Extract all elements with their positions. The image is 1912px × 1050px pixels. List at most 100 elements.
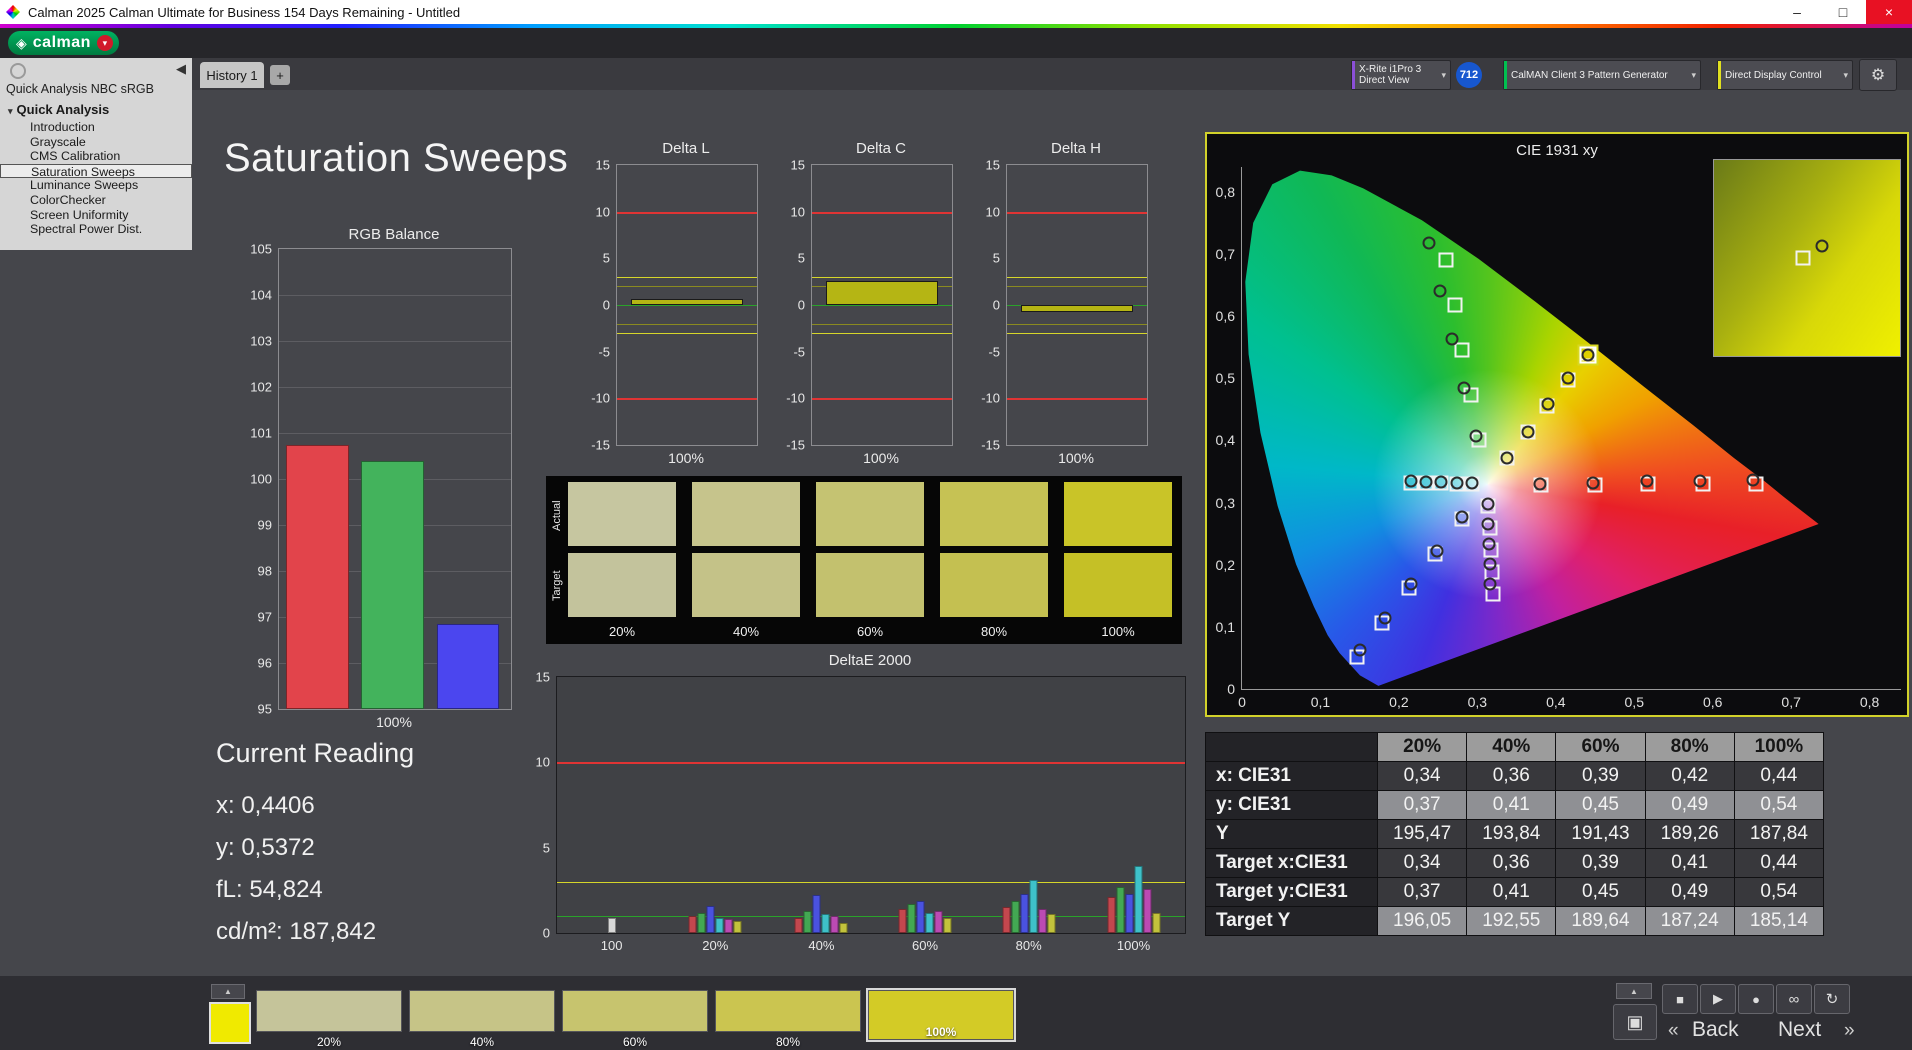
target-swatch-60% — [816, 553, 924, 617]
table-value-cell: 0,45 — [1556, 878, 1645, 906]
delta_l-ytick-label: -10 — [591, 390, 610, 406]
meter-count-badge[interactable]: 712 — [1456, 62, 1482, 88]
stop-button[interactable]: ■ — [1662, 984, 1698, 1014]
delta-c-chart: Delta C 15 10 5 0 -5 -10 -15 100% — [771, 140, 971, 472]
cie-ytick-label: 0,7 — [1215, 246, 1235, 262]
table-row-label: Y — [1206, 820, 1377, 848]
sidebar-item-spectral-power-dist-[interactable]: Spectral Power Dist. — [0, 222, 192, 237]
delta_h-refline — [1007, 333, 1147, 334]
pattern-window-button[interactable]: ▣ — [1613, 1004, 1657, 1040]
calman-logo-button[interactable]: ◈ calman ▾ — [8, 31, 119, 55]
cie-measured-marker — [1521, 425, 1535, 439]
table-row: Target x:CIE31 0,34 0,36 0,39 0,41 0,44 — [1206, 849, 1823, 877]
rgb-ytick-label: 96 — [257, 655, 272, 671]
table-value-cell: 0,36 — [1467, 762, 1556, 790]
tree-root-quick-analysis[interactable]: ▾ Quick Analysis — [8, 102, 109, 117]
deltae-bar — [803, 910, 812, 933]
delta_c-ytick-label: -15 — [786, 437, 805, 453]
workflow-circle-icon[interactable] — [10, 63, 26, 79]
delta_l-ytick-label: 0 — [602, 297, 610, 313]
meter-dropdown[interactable]: X-Rite i1Pro 3 Direct View ▾ — [1351, 60, 1451, 90]
settings-gear-button[interactable]: ⚙ — [1859, 59, 1897, 91]
deltae-bar — [724, 919, 733, 933]
pattern-patch-80%[interactable]: 80% — [715, 990, 861, 1049]
sidebar-item-luminance-sweeps[interactable]: Luminance Sweeps — [0, 178, 192, 193]
sidebar-item-introduction[interactable]: Introduction — [0, 120, 192, 135]
record-button[interactable]: ● — [1738, 984, 1774, 1014]
delta_l-refline — [617, 323, 757, 325]
pattern-patch-label: 40% — [469, 1035, 495, 1049]
swatch-column-20%: 20% — [568, 482, 676, 640]
cie-measured-marker — [1500, 451, 1514, 465]
pattern-patch-100%[interactable]: 100% — [866, 988, 1016, 1042]
deltae-bar — [839, 922, 848, 933]
deltae-bar — [1047, 914, 1056, 933]
back-chevron-icon[interactable]: « — [1668, 1020, 1679, 1042]
continuous-measure-button[interactable]: ∞ — [1776, 984, 1812, 1014]
deltae-xtick-label: 100% — [1116, 938, 1151, 953]
expander-icon: ▾ — [8, 106, 13, 116]
table-value-cell: 0,41 — [1467, 878, 1556, 906]
table-value-cell: 193,84 — [1467, 820, 1556, 848]
rgb-gridline — [279, 433, 511, 434]
sidebar-item-saturation-sweeps[interactable]: Saturation Sweeps — [0, 163, 192, 179]
cie-ytick-label: 0,5 — [1215, 370, 1235, 387]
table-value-cell: 187,84 — [1734, 820, 1823, 848]
deltae-refline — [557, 762, 1185, 765]
table-row: Y 195,47 193,84 191,43 189,26 187,84 — [1206, 820, 1823, 848]
tab-history-1[interactable]: History 1 — [200, 62, 264, 88]
pattern-generator-dropdown[interactable]: CalMAN Client 3 Pattern Generator ▾ — [1503, 60, 1701, 90]
add-tab-button[interactable]: + — [270, 65, 290, 85]
cie-xtick-label: 0,2 — [1389, 694, 1409, 710]
rgb-ytick-label: 103 — [250, 333, 272, 349]
table-row: x: CIE31 0,34 0,36 0,39 0,42 0,44 — [1206, 762, 1823, 790]
back-button[interactable]: Back — [1692, 1018, 1739, 1042]
deltae-bar-group — [898, 677, 952, 933]
table-value-cell: 0,42 — [1645, 762, 1734, 790]
pattern-patch-label: 80% — [775, 1035, 801, 1049]
display-control-dropdown[interactable]: Direct Display Control ▾ — [1717, 60, 1853, 90]
rgb-bar-red — [285, 444, 349, 709]
delta_c-refline — [812, 323, 952, 325]
deltae-bar — [830, 915, 839, 933]
delta_l-ytick-label: 10 — [595, 204, 610, 220]
cie-xtick-label: 0,7 — [1781, 694, 1801, 710]
collapse-preview-button[interactable]: ▲ — [211, 984, 245, 999]
delta-l-title: Delta L — [662, 140, 710, 157]
deltae-bar-group — [607, 677, 616, 933]
rgb-bar-blue — [436, 623, 500, 709]
play-button[interactable]: ▶ — [1700, 984, 1736, 1014]
cie-ytick-label: 0 — [1227, 681, 1235, 697]
rgb-ytick-label: 104 — [250, 287, 272, 303]
table-value-cell: 0,34 — [1378, 849, 1467, 877]
swatch-comparison-grid: Actual Target 20% 40% 60% 80% 100% — [546, 476, 1182, 644]
maximize-button[interactable]: □ — [1820, 0, 1866, 24]
delta_c-bar — [826, 280, 938, 305]
cie-ytick-label: 0,3 — [1215, 494, 1235, 511]
sidebar-collapse-button[interactable]: ◀ — [176, 61, 186, 77]
minimize-button[interactable]: – — [1774, 0, 1820, 24]
target-swatch-80% — [940, 553, 1048, 617]
actual-row-label: Actual — [551, 500, 563, 532]
next-chevron-icon[interactable]: » — [1844, 1020, 1855, 1042]
close-button[interactable]: × — [1866, 0, 1912, 24]
swatch-column-label: 60% — [856, 624, 884, 639]
delta-c-plot: 15 10 5 0 -5 -10 -15 — [786, 158, 953, 453]
delta-c-title: Delta C — [855, 140, 907, 157]
deltae2000-chart: DeltaE 2000 15 10 5 0 100 20% 40% 60% 80% 100% — [520, 652, 1200, 953]
pattern-patch-40%[interactable]: 40% — [409, 990, 555, 1049]
pattern-patch-20%[interactable]: 20% — [256, 990, 402, 1049]
collapse-controls-button[interactable]: ▲ — [1616, 983, 1652, 999]
meter-name: X-Rite i1Pro 3 — [1359, 64, 1422, 75]
active-pattern-swatch[interactable] — [209, 1002, 251, 1044]
pattern-patch-60%[interactable]: 60% — [562, 990, 708, 1049]
sidebar-item-cms-calibration[interactable]: CMS Calibration — [0, 149, 192, 164]
target-swatch-20% — [568, 553, 676, 617]
sidebar-item-screen-uniformity[interactable]: Screen Uniformity — [0, 208, 192, 223]
refresh-button[interactable]: ↻ — [1814, 984, 1850, 1014]
main-menu-chevron-icon[interactable]: ▾ — [96, 35, 113, 51]
table-header-cell: 60% — [1556, 733, 1645, 761]
sidebar-item-grayscale[interactable]: Grayscale — [0, 135, 192, 150]
next-button[interactable]: Next — [1778, 1018, 1821, 1042]
sidebar-item-colorchecker[interactable]: ColorChecker — [0, 193, 192, 208]
